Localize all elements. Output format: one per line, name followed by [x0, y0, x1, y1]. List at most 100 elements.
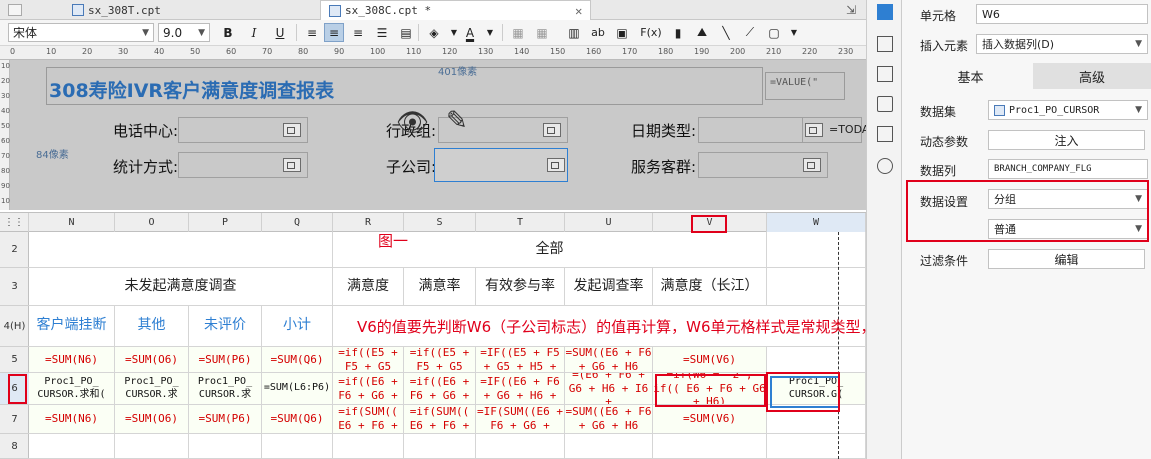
cell-r7-o[interactable]: =SUM(O6)	[115, 405, 189, 434]
cell-r4-0[interactable]: 客户端挂断	[29, 306, 115, 347]
tab-sx-308c[interactable]: sx_308C.cpt * ✕	[320, 0, 592, 20]
row-header-8[interactable]: 8	[0, 434, 29, 459]
column-header-s[interactable]: S	[404, 213, 476, 232]
cell-r6-t[interactable]: =IF((E6 + F6 + G6 + H6 +	[476, 373, 565, 405]
text-button[interactable]: ab	[588, 23, 608, 42]
cell-r6-s[interactable]: =if((E6 + F6 + G6 +	[404, 373, 476, 405]
service-group-widget[interactable]	[698, 152, 828, 178]
underline-button[interactable]: U	[270, 23, 290, 42]
cell-r5-o[interactable]: =SUM(O6)	[115, 347, 189, 373]
cell-r6-o[interactable]: Proc1_PO_ CURSOR.求	[115, 373, 189, 405]
align-left-icon[interactable]: ≡	[302, 23, 322, 42]
data-column-input[interactable]: BRANCH_COMPANY_FLG	[988, 159, 1148, 179]
cell-r8-0[interactable]	[29, 434, 115, 459]
cell-r7-u[interactable]: =SUM((E6 + F6 + G6 + H6	[565, 405, 653, 434]
cell-r8-9[interactable]	[767, 434, 866, 459]
cell-satisfaction-cj[interactable]: 满意度（长江）	[653, 268, 767, 306]
formula-button[interactable]: F(x)	[638, 23, 664, 42]
merge-icon[interactable]: ▦	[508, 23, 528, 42]
edit-filter-button[interactable]: 编辑	[988, 249, 1145, 269]
cell-r5-t[interactable]: =IF((E5 + F5 + G5 + H5 +	[476, 347, 565, 373]
cell-satisfaction-rate[interactable]: 满意率	[404, 268, 476, 306]
cell-r8-6[interactable]	[476, 434, 565, 459]
tab-sx-308t[interactable]: sx_308T.cpt	[64, 0, 169, 20]
row-header-5[interactable]: 5	[0, 347, 29, 373]
cell-r4-2[interactable]: 未评价	[189, 306, 262, 347]
row-header-3[interactable]: 3	[0, 268, 29, 306]
cell-r8-3[interactable]	[262, 434, 333, 459]
cell-r4-1[interactable]: 其他	[115, 306, 189, 347]
cell-w2[interactable]	[767, 232, 866, 268]
stat-method-widget[interactable]	[178, 152, 308, 178]
title-cell[interactable]: 308寿险IVR客户满意度调查报表	[46, 67, 763, 105]
cell-r5-p[interactable]: =SUM(P6)	[189, 347, 262, 373]
row-header-2[interactable]: 2	[0, 232, 29, 268]
column-header-o[interactable]: O	[115, 213, 189, 232]
cell-r8-8[interactable]	[653, 434, 767, 459]
cell-w3[interactable]	[767, 268, 866, 306]
cell-r5-n[interactable]: =SUM(N6)	[29, 347, 115, 373]
cell-w5[interactable]	[767, 347, 866, 373]
cell-r6-r[interactable]: =if((E6 + F6 + G6 +	[333, 373, 404, 405]
chevron-down-icon[interactable]: ▼	[784, 23, 804, 42]
cell-r4-3[interactable]: 小计	[262, 306, 333, 347]
cell-r8-5[interactable]	[404, 434, 476, 459]
column-header-t[interactable]: T	[476, 213, 565, 232]
cell-r7-n[interactable]: =SUM(N6)	[29, 405, 115, 434]
cell-element-icon[interactable]	[877, 36, 893, 52]
column-header-p[interactable]: P	[189, 213, 262, 232]
cell-n2-q2[interactable]	[29, 232, 333, 268]
insert-element-select[interactable]: 插入数据列(D) ▼	[976, 34, 1148, 54]
tab-basic[interactable]: 基本	[908, 63, 1033, 89]
font-family-select[interactable]: 宋体 ▼	[8, 23, 154, 42]
cell-r8-1[interactable]	[115, 434, 189, 459]
cell-name-input[interactable]: W6	[976, 4, 1148, 24]
font-size-select[interactable]: 9.0 ▼	[158, 23, 210, 42]
value-cell[interactable]: =VALUE("	[765, 72, 845, 100]
insert-column-icon[interactable]: ▥	[564, 23, 584, 42]
condition-icon[interactable]	[877, 126, 893, 142]
today-widget[interactable]: =TODAY	[802, 117, 875, 143]
row-header-7[interactable]: 7	[0, 405, 29, 434]
unmerge-icon[interactable]: ▦	[532, 23, 552, 42]
align-right-icon[interactable]: ≡	[348, 23, 368, 42]
pencil-icon[interactable]: ✎	[446, 106, 468, 136]
picture-icon[interactable]: ⛰	[692, 23, 712, 42]
chevron-down-icon[interactable]: ▼	[480, 23, 500, 42]
cell-r5-u[interactable]: =SUM((E6 + F6 + G6 + H6	[565, 347, 653, 373]
column-header-w[interactable]: W	[767, 213, 866, 232]
tab-advanced[interactable]: 高级	[1033, 63, 1151, 89]
text-color-button[interactable]: A	[460, 23, 480, 42]
inject-button[interactable]: 注入	[988, 130, 1145, 150]
frame-icon[interactable]	[877, 66, 893, 82]
wrap-icon[interactable]: ▤	[396, 23, 416, 42]
cell-r5-r[interactable]: =if((E5 + F5 + G5	[333, 347, 404, 373]
cell-not-started-header[interactable]: 未发起满意度调查	[29, 268, 333, 306]
cell-r7-s[interactable]: =if(SUM(( E6 + F6 +	[404, 405, 476, 434]
close-icon[interactable]: ✕	[575, 4, 582, 18]
column-header-u[interactable]: U	[565, 213, 653, 232]
cell-r7-v[interactable]: =SUM(V6)	[653, 405, 767, 434]
column-header-q[interactable]: Q	[262, 213, 333, 232]
select-all-corner[interactable]: ⋮⋮	[0, 213, 29, 232]
cell-valid-rate[interactable]: 有效参与率	[476, 268, 565, 306]
slash-diagonal-icon[interactable]: ⟋	[740, 23, 760, 42]
cell-r6-n[interactable]: Proc1_PO_ CURSOR.求和(	[29, 373, 115, 405]
cell-r6-p[interactable]: Proc1_PO_ CURSOR.求	[189, 373, 262, 405]
cell-r6-u[interactable]: =(E6 + F6 + G6 + H6 + I6 +	[565, 373, 653, 405]
menu-icon[interactable]	[8, 4, 22, 16]
dataset-select[interactable]: Proc1_PO_CURSOR ▼	[988, 100, 1148, 120]
cell-r7-p[interactable]: =SUM(P6)	[189, 405, 262, 434]
italic-button[interactable]: I	[244, 23, 264, 42]
align-justify-icon[interactable]: ☰	[372, 23, 392, 42]
column-header-n[interactable]: N	[29, 213, 115, 232]
cell-r8-7[interactable]	[565, 434, 653, 459]
call-center-widget[interactable]	[178, 117, 308, 143]
cell-r8-4[interactable]	[333, 434, 404, 459]
slash-icon[interactable]: ╲	[716, 23, 736, 42]
chart-icon[interactable]: ▮	[668, 23, 688, 42]
cell-r6-q[interactable]: =SUM(L6:P6)	[262, 373, 333, 405]
hide-eye-icon[interactable]: 👁	[396, 108, 429, 138]
align-center-icon[interactable]: ≡	[324, 23, 344, 42]
widget-settings-icon[interactable]	[877, 96, 893, 112]
